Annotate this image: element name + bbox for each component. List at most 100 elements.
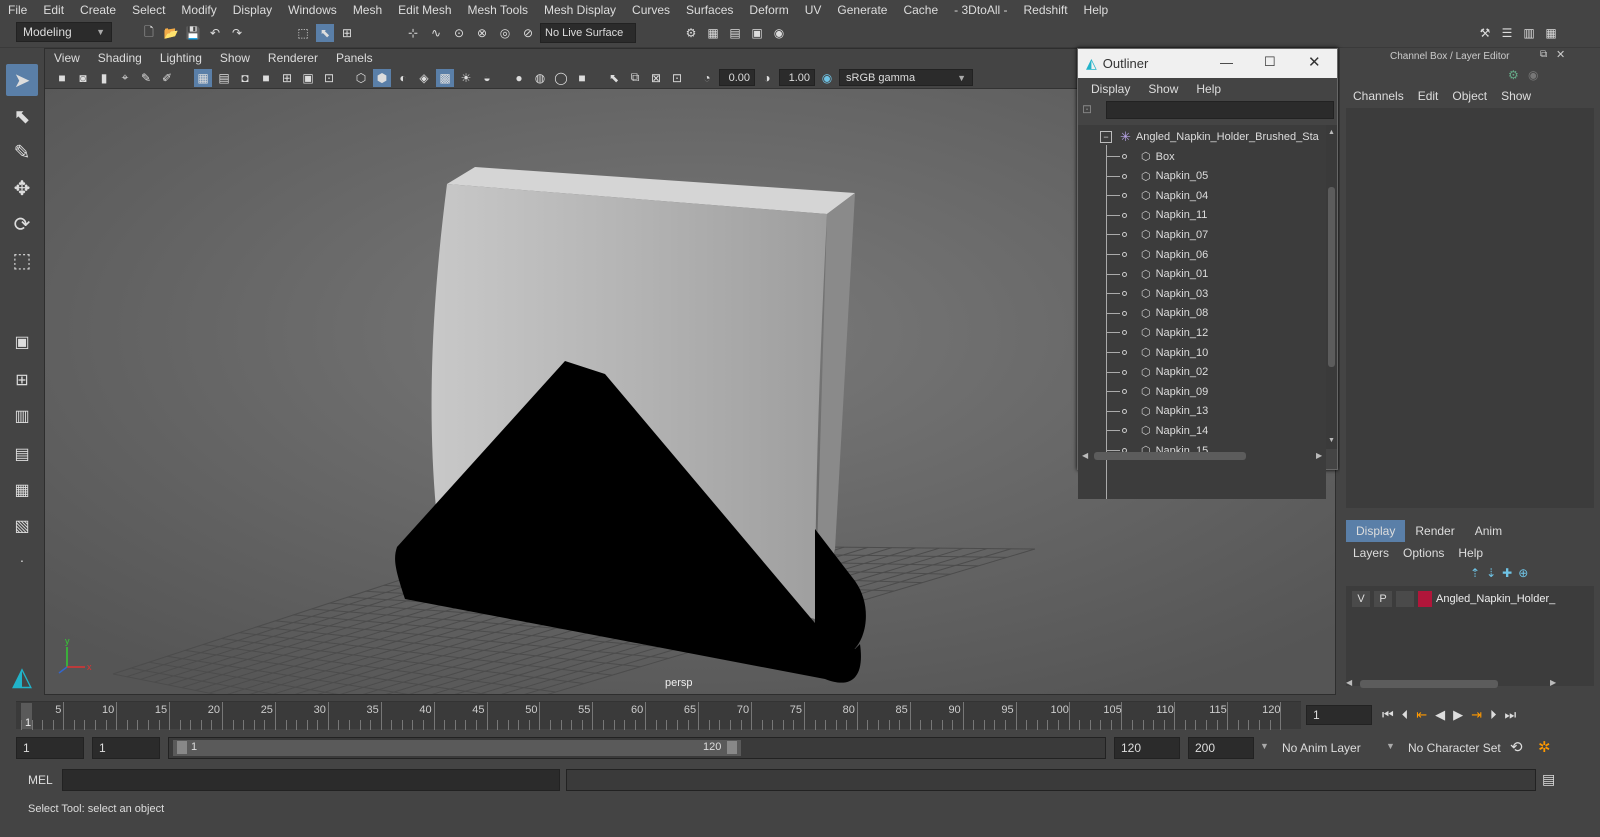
- menu-select[interactable]: Select: [124, 3, 173, 17]
- uv-layout-icon[interactable]: ▧: [6, 510, 38, 542]
- outliner-item[interactable]: ⬡ Napkin_01: [1078, 265, 1326, 284]
- render-view-icon[interactable]: ▦: [704, 24, 722, 42]
- channel-menu-show[interactable]: Show: [1494, 89, 1538, 103]
- attribute-editor-icon[interactable]: ☰: [1498, 24, 1516, 42]
- menu-mesh[interactable]: Mesh: [345, 3, 390, 17]
- maximize-icon[interactable]: ☐: [1264, 54, 1276, 70]
- xray-joints-icon[interactable]: ⊠: [647, 69, 665, 87]
- field-chart-icon[interactable]: ⊞: [278, 69, 296, 87]
- exposure-field[interactable]: 0.00: [719, 69, 755, 86]
- gamma-field[interactable]: 1.00: [779, 69, 815, 86]
- menu-edit-mesh[interactable]: Edit Mesh: [390, 3, 459, 17]
- snap-view-icon[interactable]: ⊗: [473, 24, 491, 42]
- outliner-menu-show[interactable]: Show: [1139, 82, 1187, 96]
- outliner-item[interactable]: ⬡ Napkin_02: [1078, 363, 1326, 382]
- step-back-key-icon[interactable]: ⇤: [1416, 707, 1427, 723]
- layer-color-swatch[interactable]: [1418, 591, 1432, 607]
- tab-display[interactable]: Display: [1346, 520, 1406, 542]
- grease-pencil-icon[interactable]: ✐: [158, 69, 176, 87]
- wireframe-icon[interactable]: ⬡: [352, 69, 370, 87]
- move-tool-icon[interactable]: ✥: [6, 172, 38, 204]
- channel-box-icon[interactable]: ▦: [1542, 24, 1560, 42]
- camera-select-icon[interactable]: ■: [53, 69, 71, 87]
- viewport-menu-panels[interactable]: Panels: [327, 51, 382, 65]
- menu-3dtoall[interactable]: - 3DtoAll -: [946, 3, 1015, 17]
- timeline-track[interactable]: 1 5 10 15 20 25 30 35 40 45 50 55 60 65 70 75 80 85 90 95 1…: [16, 701, 1301, 730]
- modeling-toolkit-icon[interactable]: ⚒: [1476, 24, 1494, 42]
- outliner-item[interactable]: ⬡ Napkin_07: [1078, 225, 1326, 244]
- tab-anim[interactable]: Anim: [1465, 520, 1512, 542]
- viewport-menu-view[interactable]: View: [45, 51, 89, 65]
- chevron-down-icon[interactable]: ▼: [1260, 741, 1269, 751]
- go-to-start-icon[interactable]: ⏮: [1382, 707, 1394, 723]
- move-layer-down-icon[interactable]: ⇣: [1486, 566, 1496, 580]
- scroll-right-icon[interactable]: ▶: [1316, 451, 1322, 460]
- layer-name[interactable]: Angled_Napkin_Holder_: [1436, 593, 1555, 605]
- step-forward-icon[interactable]: ⏵: [1490, 707, 1497, 723]
- resolution-gate-icon[interactable]: ◘: [236, 69, 254, 87]
- snap-point-icon[interactable]: ⊙: [450, 24, 468, 42]
- menu-curves[interactable]: Curves: [624, 3, 678, 17]
- close-icon[interactable]: ✕: [1308, 53, 1321, 71]
- character-set-selector[interactable]: No Character Set: [1408, 741, 1501, 755]
- layer-visibility-toggle[interactable]: V: [1352, 591, 1370, 607]
- viewport-menu-show[interactable]: Show: [211, 51, 259, 65]
- scroll-left-icon[interactable]: ◀: [1346, 678, 1352, 687]
- mode-selector[interactable]: Modeling ▼: [16, 22, 112, 42]
- tool-settings-icon[interactable]: ▥: [1520, 24, 1538, 42]
- playback-start-field[interactable]: 1: [92, 737, 160, 759]
- paint-select-icon[interactable]: ✎: [6, 136, 38, 168]
- wireframe-on-shaded-icon[interactable]: ◈: [415, 69, 433, 87]
- menu-uv[interactable]: UV: [797, 3, 830, 17]
- go-to-end-icon[interactable]: ⏭: [1505, 707, 1517, 723]
- snap-grid-icon[interactable]: ⊹: [404, 24, 422, 42]
- viewport-menu-renderer[interactable]: Renderer: [259, 51, 327, 65]
- hypershade-layout-icon[interactable]: ▦: [6, 474, 38, 506]
- select-tool-icon[interactable]: ➤: [6, 64, 38, 96]
- hypershade-icon[interactable]: ◉: [770, 24, 788, 42]
- magnet-icon[interactable]: ⊘: [519, 24, 537, 42]
- anti-alias-icon[interactable]: ◯: [552, 69, 570, 87]
- anim-prefs-icon[interactable]: ✲: [1538, 738, 1551, 756]
- menu-modify[interactable]: Modify: [173, 3, 224, 17]
- step-back-icon[interactable]: ⏴: [1402, 707, 1409, 723]
- ipr-render-icon[interactable]: ▤: [726, 24, 744, 42]
- menu-display[interactable]: Display: [225, 3, 280, 17]
- more-layouts-icon[interactable]: ·: [6, 544, 38, 576]
- auto-key-icon[interactable]: ⟲: [1510, 738, 1523, 756]
- 2d-pan-icon[interactable]: ✎: [137, 69, 155, 87]
- outliner-item[interactable]: ⬡ Napkin_03: [1078, 284, 1326, 303]
- script-editor-icon[interactable]: ▤: [1542, 771, 1555, 788]
- scroll-up-icon[interactable]: ▲: [1328, 129, 1335, 136]
- menu-cache[interactable]: Cache: [895, 3, 946, 17]
- render-frame-icon[interactable]: ▣: [748, 24, 766, 42]
- end-time-field[interactable]: 200: [1188, 737, 1254, 759]
- start-time-field[interactable]: 1: [16, 737, 84, 759]
- exposure-icon[interactable]: ◔: [698, 69, 716, 87]
- range-slider-handle[interactable]: [173, 740, 741, 756]
- image-plane-icon[interactable]: ⌖: [116, 69, 134, 87]
- depth-of-field-icon[interactable]: ■: [573, 69, 591, 87]
- single-perspective-icon[interactable]: ▣: [6, 326, 38, 358]
- minimize-icon[interactable]: —: [1220, 55, 1233, 70]
- scroll-left-icon[interactable]: ◀: [1082, 451, 1088, 460]
- select-component-icon[interactable]: ⊞: [338, 24, 356, 42]
- menu-windows[interactable]: Windows: [280, 3, 345, 17]
- new-layer-icon[interactable]: ✚: [1502, 566, 1512, 580]
- grid-toggle-icon[interactable]: ▦: [194, 68, 212, 87]
- redo-icon[interactable]: ↷: [228, 24, 246, 42]
- menu-create[interactable]: Create: [72, 3, 124, 17]
- outliner-item[interactable]: ⬡ Napkin_08: [1078, 304, 1326, 323]
- menu-mesh-tools[interactable]: Mesh Tools: [460, 3, 536, 17]
- lasso-tool-icon[interactable]: ⬉: [6, 100, 38, 132]
- outliner-item[interactable]: ⬡ Box: [1078, 147, 1326, 166]
- safe-title-icon[interactable]: ⊡: [320, 69, 338, 87]
- xray-active-icon[interactable]: ⊡: [668, 69, 686, 87]
- camera-attrs-icon[interactable]: ◙: [74, 69, 92, 87]
- viewport-menu-lighting[interactable]: Lighting: [151, 51, 211, 65]
- play-forward-icon[interactable]: ▶: [1453, 707, 1463, 723]
- layer-menu-layers[interactable]: Layers: [1346, 546, 1396, 560]
- gate-mask-icon[interactable]: ■: [257, 69, 275, 87]
- playback-end-field[interactable]: 120: [1114, 737, 1180, 759]
- channel-menu-object[interactable]: Object: [1445, 89, 1494, 103]
